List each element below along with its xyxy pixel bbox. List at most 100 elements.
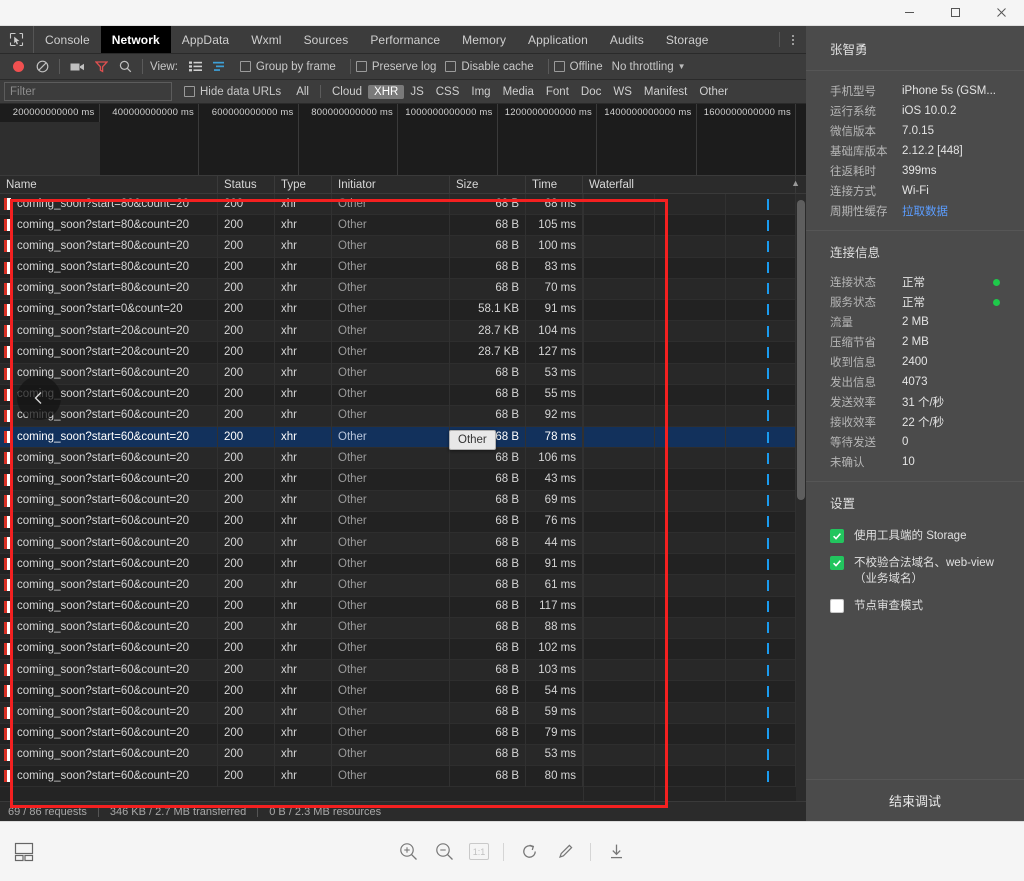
inspect-element-icon[interactable] [0,26,34,53]
waterfall-bar [767,579,769,591]
table-row[interactable]: coming_soon?start=20&count=20 200 xhr Other… [0,341,806,364]
throttling-select[interactable]: No throttling ▼ [612,61,686,73]
table-row[interactable]: coming_soon?start=60&count=20 200 xhr Other… [0,723,806,745]
filter-type-img[interactable]: Img [465,85,496,99]
table-row[interactable]: coming_soon?start=60&count=20 200 xhr Other… [0,405,806,428]
table-row[interactable]: coming_soon?start=60&count=20 200 xhr Other… [0,765,806,788]
column-header-time[interactable]: Time [526,176,583,194]
back-navigation-button[interactable] [17,376,61,420]
devtools-more-icon[interactable] [780,26,806,53]
table-row[interactable]: coming_soon?start=60&count=20 200 xhr Other… [0,511,806,533]
tab-audits[interactable]: Audits [599,26,655,53]
view-list-icon[interactable] [184,55,208,79]
table-row[interactable]: coming_soon?start=60&count=20 200 xhr Other… [0,680,806,703]
fetch-data-link[interactable]: 拉取数据 [902,203,1000,219]
view-waterfall-icon[interactable] [208,55,232,79]
cell-initiator: Other [332,363,450,385]
tab-wxml[interactable]: Wxml [240,26,292,53]
tab-sources[interactable]: Sources [293,26,360,53]
column-header-type[interactable]: Type [275,176,332,194]
toolbar-divider-3 [349,59,351,74]
filter-type-other[interactable]: Other [693,85,734,99]
capture-screenshots-icon[interactable] [65,55,89,79]
table-row[interactable]: coming_soon?start=20&count=20 200 xhr Other… [0,320,806,343]
connection-info-value: 2 MB [902,336,929,348]
tab-application[interactable]: Application [517,26,599,53]
group-by-frame-checkbox[interactable]: Group by frame [239,61,336,73]
zoom-in-icon[interactable] [397,841,419,863]
filter-type-js[interactable]: JS [404,85,429,99]
sort-ascending-icon[interactable]: ▲ [791,178,800,188]
table-row[interactable]: coming_soon?start=80&count=20 200 xhr Other… [0,278,806,300]
table-row[interactable]: coming_soon?start=60&count=20 200 xhr Other… [0,426,806,449]
offline-checkbox[interactable]: Offline [553,61,603,73]
table-row[interactable]: coming_soon?start=60&count=20 200 xhr Other… [0,617,806,639]
table-row[interactable]: coming_soon?start=60&count=20 200 xhr Other… [0,490,806,512]
filter-type-all[interactable]: All [290,85,315,99]
table-row[interactable]: coming_soon?start=60&count=20 200 xhr Other… [0,532,806,555]
maximize-icon[interactable] [932,0,978,26]
table-row[interactable]: coming_soon?start=60&count=20 200 xhr Other… [0,659,806,682]
close-icon[interactable] [978,0,1024,26]
search-icon[interactable] [113,55,137,79]
download-icon[interactable] [605,841,627,863]
filter-type-font[interactable]: Font [540,85,575,99]
end-debugging-button[interactable]: 结束调试 [806,779,1024,821]
table-row[interactable]: coming_soon?start=60&count=20 200 xhr Other… [0,553,806,576]
column-header-name[interactable]: Name [0,176,218,194]
filter-type-manifest[interactable]: Manifest [638,85,693,99]
filter-type-xhr[interactable]: XHR [368,84,405,99]
network-overview[interactable]: 200000000000 ms 400000000000 ms 6000000000… [0,104,806,176]
column-header-status[interactable]: Status [218,176,275,194]
record-button[interactable] [6,55,30,79]
tab-performance[interactable]: Performance [359,26,451,53]
zoom-out-icon[interactable] [433,841,455,863]
connection-info-value: 正常 [902,297,925,309]
table-row[interactable]: coming_soon?start=60&count=20 200 xhr Other… [0,744,806,767]
table-row[interactable]: coming_soon?start=60&count=20 200 xhr Other… [0,384,806,406]
table-row[interactable]: coming_soon?start=60&count=20 200 xhr Other… [0,596,806,618]
filter-type-doc[interactable]: Doc [575,85,607,99]
tab-appdata[interactable]: AppData [171,26,240,53]
clear-button[interactable] [30,55,54,79]
setting-checkbox-row[interactable]: 不校验合法域名、web-view（业务域名） [806,548,1024,591]
minimize-icon[interactable] [886,0,932,26]
filter-type-media[interactable]: Media [497,85,540,99]
table-scrollbar[interactable] [796,194,806,801]
table-row[interactable]: coming_soon?start=60&count=20 200 xhr Other… [0,702,806,724]
filter-icon[interactable] [89,55,113,79]
setting-checkbox-row[interactable]: 节点审查模式 [806,591,1024,618]
refresh-icon[interactable] [518,841,540,863]
zoom-reset-icon[interactable]: 1:1 [469,843,489,860]
table-row[interactable]: coming_soon?start=80&count=20 200 xhr Other… [0,235,806,258]
disable-cache-checkbox[interactable]: Disable cache [445,61,534,73]
filter-type-cloud[interactable]: Cloud [326,85,368,99]
table-row[interactable]: coming_soon?start=60&count=20 200 xhr Other… [0,574,806,597]
column-header-size[interactable]: Size [450,176,526,194]
filter-type-css[interactable]: CSS [430,85,466,99]
tab-storage[interactable]: Storage [655,26,720,53]
hide-data-urls-checkbox[interactable]: Hide data URLs [184,86,281,98]
table-scrollbar-thumb[interactable] [797,200,805,500]
tab-network[interactable]: Network [100,26,171,53]
table-row[interactable]: coming_soon?start=60&count=20 200 xhr Other… [0,363,806,385]
pencil-icon[interactable] [554,841,576,863]
table-row[interactable]: coming_soon?start=80&count=20 200 xhr Other… [0,257,806,279]
table-row[interactable]: coming_soon?start=0&count=20 200 xhr Other 5… [0,299,806,322]
preserve-log-checkbox[interactable]: Preserve log [355,61,436,73]
column-header-waterfall[interactable]: Waterfall [583,176,796,194]
filter-input[interactable] [4,82,172,101]
cell-type: xhr [275,596,332,618]
connection-info-value: 31 个/秒 [902,397,945,409]
table-row[interactable]: coming_soon?start=60&count=20 200 xhr Other… [0,447,806,470]
table-row[interactable]: coming_soon?start=60&count=20 200 xhr Other… [0,638,806,661]
tab-memory[interactable]: Memory [451,26,517,53]
table-row[interactable]: coming_soon?start=80&count=20 200 xhr Other… [0,214,806,237]
column-header-initiator[interactable]: Initiator [332,176,450,194]
waterfall-bar [767,240,769,252]
table-row[interactable]: coming_soon?start=80&count=20 200 xhr Other… [0,194,806,216]
setting-checkbox-row[interactable]: 使用工具端的 Storage [806,521,1024,548]
filter-type-ws[interactable]: WS [607,85,638,99]
table-row[interactable]: coming_soon?start=60&count=20 200 xhr Other… [0,468,806,491]
tab-console[interactable]: Console [34,26,101,53]
